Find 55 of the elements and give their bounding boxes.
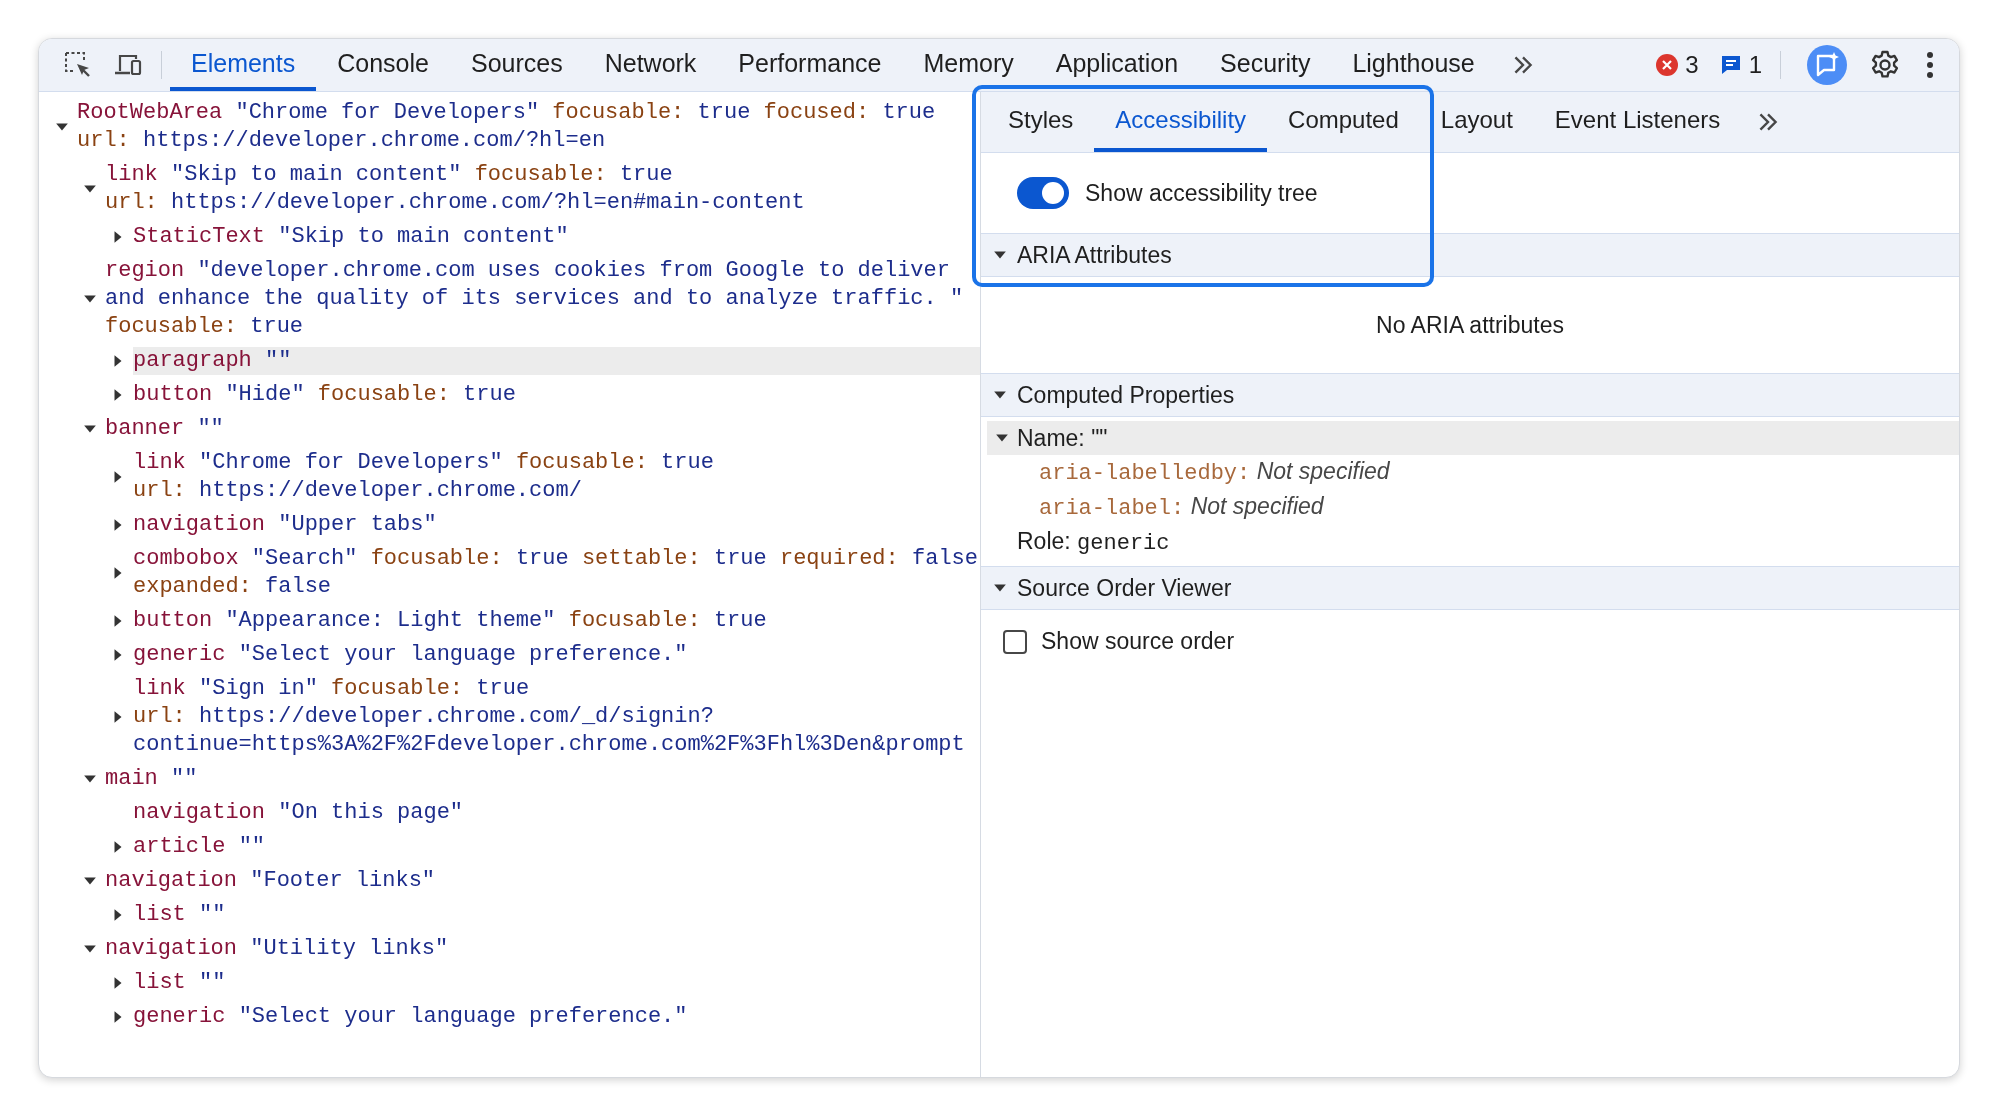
more-options-icon[interactable]	[1925, 51, 1935, 79]
message-count[interactable]: 1	[1718, 39, 1762, 91]
tree-item[interactable]: paragraph ""	[133, 347, 980, 375]
empty-message: No ARIA attributes	[1376, 311, 1564, 339]
attribute-key: aria-label:	[1039, 496, 1185, 521]
name-label: Name:	[1017, 424, 1085, 452]
tree-item[interactable]: navigation "On this page"	[133, 799, 980, 827]
panel-tab[interactable]: Security	[1199, 39, 1332, 91]
toggle-label: Show accessibility tree	[1085, 179, 1318, 207]
tree-item[interactable]: generic "Select your language preference."	[133, 641, 980, 669]
panel-tab[interactable]: Application	[1034, 39, 1200, 91]
tree-item[interactable]: link "Chrome for Developers" focusable: true url: https://developer.chrome.com/	[133, 449, 980, 505]
settings-icon[interactable]	[1869, 49, 1901, 81]
panel-tab[interactable]: Sources	[449, 39, 584, 91]
error-icon	[1655, 53, 1680, 77]
sidebar-tab[interactable]: Event Listeners	[1533, 92, 1742, 152]
tree-item[interactable]: list ""	[133, 969, 980, 997]
checkbox-label: Show source order	[1041, 628, 1235, 655]
panel-tab[interactable]: Memory	[902, 39, 1035, 91]
tree-item[interactable]: navigation "Utility links"	[105, 935, 980, 963]
toggle-switch[interactable]	[1017, 177, 1069, 209]
section-title: Source Order Viewer	[1017, 574, 1232, 602]
panel-tab[interactable]: Console	[316, 39, 450, 91]
tree-item[interactable]: main ""	[105, 765, 980, 793]
tree-item[interactable]: navigation "Upper tabs"	[133, 511, 980, 539]
panel-tab[interactable]: Lighthouse	[1331, 39, 1496, 91]
assistant-icon[interactable]	[1807, 45, 1847, 85]
attribute-value: Not specified	[1190, 493, 1324, 519]
tree-item[interactable]: StaticText "Skip to main content"	[133, 223, 980, 251]
panel-tab[interactable]: Performance	[717, 39, 903, 91]
sidebar-tab[interactable]: Accessibility	[1094, 92, 1268, 152]
tree-item[interactable]: link "Sign in" focusable: true url: https://developer.chrome.com/_d/signin?continue=https%3A%2F%2Fdeveloper.chrome.com%2F%3Fhl%3Den&prompt	[133, 675, 980, 759]
sidebar-tab[interactable]: Layout	[1419, 92, 1534, 152]
section-title: Computed Properties	[1017, 381, 1235, 409]
tree-item[interactable]: link "Skip to main content" focusable: true url: https://developer.chrome.com/?hl=en#main-content	[105, 161, 980, 217]
tree-item[interactable]: banner ""	[105, 415, 980, 443]
checkbox[interactable]	[1003, 629, 1027, 654]
tree-item[interactable]: button "Hide" focusable: true	[133, 381, 980, 409]
tree-item[interactable]: article ""	[133, 833, 980, 861]
error-count[interactable]: 3	[1655, 39, 1699, 91]
section-title: ARIA Attributes	[1017, 241, 1172, 269]
role-value: generic	[1077, 531, 1170, 556]
tree-item[interactable]: region "developer.chrome.com uses cookies from Google to deliver and enhance the quality of its services and to analyze traffic. " focusable: true	[105, 257, 980, 341]
sidebar-tab[interactable]: Computed	[1267, 92, 1420, 152]
tree-item[interactable]: generic "Select your language preference."	[133, 1003, 980, 1031]
attribute-value: Not specified	[1256, 458, 1390, 484]
tree-item[interactable]: button "Appearance: Light theme" focusable: true	[133, 607, 980, 635]
panel-tab[interactable]: Elements	[170, 39, 317, 91]
tree-item[interactable]: list ""	[133, 901, 980, 929]
role-label: Role:	[1017, 528, 1071, 554]
sidebar-tab[interactable]: Styles	[987, 92, 1095, 152]
panel-tab[interactable]: Network	[583, 39, 718, 91]
tree-item[interactable]: navigation "Footer links"	[105, 867, 980, 895]
attribute-key: aria-labelledby:	[1039, 461, 1251, 486]
name-value: ""	[1091, 424, 1108, 452]
